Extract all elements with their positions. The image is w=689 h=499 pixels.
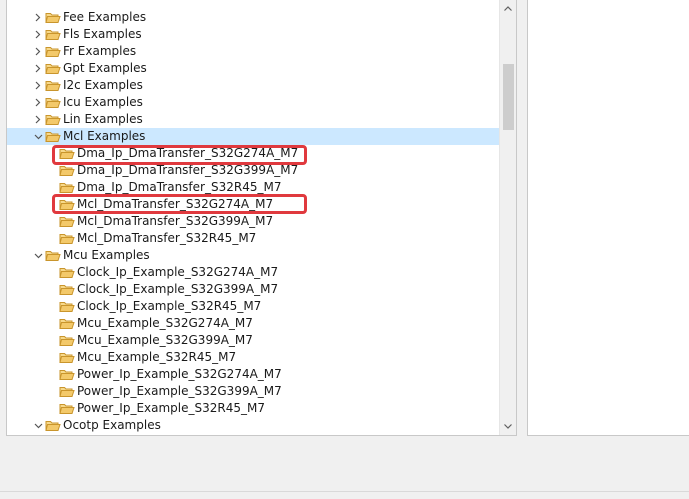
folder-icon [59, 264, 75, 281]
tree-item-label: Dma_Ip_DmaTransfer_S32G274A_M7 [77, 146, 299, 160]
folder-icon [59, 196, 75, 213]
scroll-up-icon[interactable] [500, 0, 516, 17]
tree-folder-item[interactable]: Fr Examples [7, 43, 499, 60]
chevron-right-icon[interactable] [31, 94, 45, 111]
folder-icon [59, 332, 75, 349]
chevron-right-icon[interactable] [31, 60, 45, 77]
tree-item-label: Fr Examples [63, 44, 137, 58]
folder-icon [45, 77, 61, 94]
tree-item-label: Ocotp Examples [63, 418, 161, 432]
chevron-right-icon[interactable] [31, 9, 45, 26]
tree-item-label: Fls Examples [63, 27, 142, 41]
tree-project-item[interactable]: Dma_Ip_DmaTransfer_S32R45_M7 [7, 179, 499, 196]
tree-item-label: Power_Ip_Example_S32G399A_M7 [77, 384, 282, 398]
tree-project-item[interactable]: Mcl_DmaTransfer_S32G399A_M7 [7, 213, 499, 230]
tree-item-label: Dma_Ip_DmaTransfer_S32G399A_M7 [77, 163, 299, 177]
tree-project-item[interactable]: Dma_Ip_DmaTransfer_S32G274A_M7 [7, 145, 499, 162]
folder-icon [59, 230, 75, 247]
folder-icon [45, 417, 61, 434]
tree-project-item[interactable]: Power_Ip_Example_S32R45_M7 [7, 400, 499, 417]
folder-icon [45, 247, 61, 264]
tree-item-label: Mcl_DmaTransfer_S32G399A_M7 [77, 214, 274, 228]
tree-item-label: Clock_Ip_Example_S32G399A_M7 [77, 282, 279, 296]
tree-item-label: Clock_Ip_Example_S32G274A_M7 [77, 265, 279, 279]
folder-icon [45, 9, 61, 26]
tree-folder-item[interactable]: I2c Examples [7, 77, 499, 94]
tree-item-label: Mcl_DmaTransfer_S32G274A_M7 [77, 197, 274, 211]
folder-icon [45, 60, 61, 77]
tree-folder-item[interactable]: Fee Examples [7, 9, 499, 26]
folder-icon [59, 162, 75, 179]
tree-project-item[interactable]: Clock_Ip_Example_S32R45_M7 [7, 298, 499, 315]
folder-icon [45, 94, 61, 111]
scroll-down-icon[interactable] [500, 418, 516, 435]
tree-item-label: Mcu Examples [63, 248, 150, 262]
chevron-down-icon[interactable] [31, 417, 45, 434]
tree-project-item[interactable]: Dma_Ip_DmaTransfer_S32G399A_M7 [7, 162, 499, 179]
folder-icon [59, 179, 75, 196]
tree-folder-item[interactable]: Fls Examples [7, 26, 499, 43]
chevron-right-icon[interactable] [31, 111, 45, 128]
folder-icon [59, 213, 75, 230]
chevron-down-icon[interactable] [31, 247, 45, 264]
folder-icon [59, 366, 75, 383]
tree-project-item[interactable]: Clock_Ip_Example_S32G274A_M7 [7, 264, 499, 281]
folder-icon [59, 400, 75, 417]
tree-project-item[interactable]: Mcl_DmaTransfer_S32R45_M7 [7, 230, 499, 247]
tree-project-item[interactable]: Mcu_Example_S32R45_M7 [7, 349, 499, 366]
tree-item-label: Power_Ip_Example_S32G274A_M7 [77, 367, 282, 381]
chevron-right-icon[interactable] [31, 26, 45, 43]
tree-item-label: Clock_Ip_Example_S32R45_M7 [77, 299, 262, 313]
tree-item-label: Mcu_Example_S32R45_M7 [77, 350, 237, 364]
folder-icon [45, 26, 61, 43]
tree-item-label: Lin Examples [63, 112, 143, 126]
tree-folder-item[interactable]: Lin Examples [7, 111, 499, 128]
chevron-down-icon[interactable] [31, 128, 45, 145]
tree-folder-item[interactable]: Ocotp Examples [7, 417, 499, 434]
folder-icon [45, 111, 61, 128]
folder-icon [59, 349, 75, 366]
tree-project-item[interactable]: Mcl_DmaTransfer_S32G274A_M7 [7, 196, 499, 213]
folder-icon [45, 43, 61, 60]
tree-item-label: Gpt Examples [63, 61, 147, 75]
tree-folder-item[interactable]: Mcu Examples [7, 247, 499, 264]
tree-project-item[interactable]: Mcu_Example_S32G274A_M7 [7, 315, 499, 332]
tree-item-label: Mcu_Example_S32G274A_M7 [77, 316, 253, 330]
folder-icon [59, 281, 75, 298]
tree-item-label: Mcu_Example_S32G399A_M7 [77, 333, 253, 347]
tree-item-label: Power_Ip_Example_S32R45_M7 [77, 401, 265, 415]
scrollbar-thumb[interactable] [503, 64, 514, 130]
folder-icon [59, 298, 75, 315]
status-divider [0, 491, 689, 492]
tree-item-label: Mcl_DmaTransfer_S32R45_M7 [77, 231, 257, 245]
tree-item-label: Fee Examples [63, 10, 147, 24]
chevron-right-icon[interactable] [31, 43, 45, 60]
tree-folder-item[interactable]: Mcl Examples [7, 128, 499, 145]
tree-project-item[interactable]: Power_Ip_Example_S32G399A_M7 [7, 383, 499, 400]
tree-item-label: Mcl Examples [63, 129, 146, 143]
examples-tree-panel: Fee Examples Fls Examples Fr Examples Gpt E… [6, 0, 517, 436]
tree-folder-item[interactable]: Icu Examples [7, 94, 499, 111]
folder-icon [59, 145, 75, 162]
folder-icon [45, 128, 61, 145]
folder-icon [59, 315, 75, 332]
tree-project-item[interactable]: Power_Ip_Example_S32G274A_M7 [7, 366, 499, 383]
details-panel [527, 0, 689, 436]
tree-project-item[interactable]: Clock_Ip_Example_S32G399A_M7 [7, 281, 499, 298]
chevron-right-icon[interactable] [31, 77, 45, 94]
tree-item-label: Dma_Ip_DmaTransfer_S32R45_M7 [77, 180, 282, 194]
tree-folder-item[interactable]: Gpt Examples [7, 60, 499, 77]
tree-project-item[interactable]: Mcu_Example_S32G399A_M7 [7, 332, 499, 349]
vertical-scrollbar[interactable] [499, 0, 516, 435]
folder-icon [59, 383, 75, 400]
tree-item-label: Icu Examples [63, 95, 143, 109]
tree-item-label: I2c Examples [63, 78, 143, 92]
